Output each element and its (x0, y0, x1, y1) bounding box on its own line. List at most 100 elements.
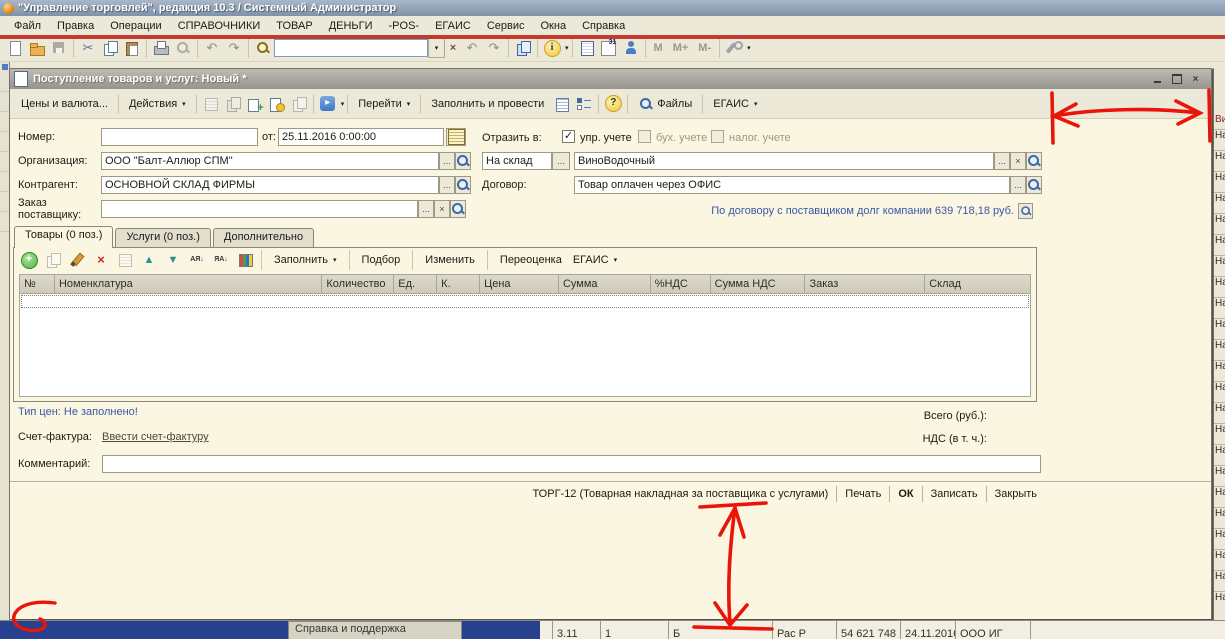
contractor-open-button[interactable] (455, 176, 471, 194)
tab-additional[interactable]: Дополнительно (213, 228, 314, 248)
column-header-order[interactable]: Заказ (805, 275, 925, 293)
sort-descending-button[interactable]: ЯА↓ (210, 249, 232, 271)
column-header-vat-percent[interactable]: %НДС (651, 275, 711, 293)
post-caret-icon[interactable]: ▾ (341, 100, 345, 108)
menu-egais[interactable]: ЕГАИС (427, 18, 479, 34)
column-header-vat-sum[interactable]: Сумма НДС (711, 275, 806, 293)
reread-icon (225, 96, 241, 112)
document-titlebar[interactable]: Поступление товаров и услуг: Новый * × (10, 69, 1211, 89)
calendar-button[interactable]: 31 (598, 37, 620, 59)
post-document-button[interactable]: ▸ (317, 93, 339, 115)
contractor-field[interactable]: ОСНОВНОЙ СКЛАД ФИРМЫ (101, 176, 439, 194)
user-button[interactable] (620, 37, 642, 59)
items-table-body[interactable] (19, 294, 1031, 397)
column-header-price[interactable]: Цена (480, 275, 559, 293)
warehouse-select-button[interactable]: ... (994, 152, 1010, 170)
table-settings-button[interactable] (551, 93, 573, 115)
add-row-button[interactable]: + (18, 249, 40, 271)
supplier-order-label: Заказпоставщику: (18, 197, 81, 221)
column-header-unit[interactable]: Ед. (394, 275, 437, 293)
menu-references[interactable]: СПРАВОЧНИКИ (170, 18, 269, 34)
contract-open-button[interactable] (1026, 176, 1042, 194)
goto-button[interactable]: Перейти▾ (351, 93, 417, 115)
background-cell: Б (668, 621, 772, 639)
minimize-button[interactable] (1150, 73, 1165, 86)
warehouse-mode-select-button[interactable]: ... (552, 152, 570, 170)
date-picker-button[interactable] (446, 128, 466, 146)
revalue-button[interactable]: Переоценка (493, 249, 569, 271)
comment-field[interactable] (102, 455, 1041, 473)
settings-button[interactable] (723, 37, 745, 59)
menu-file[interactable]: Файл (6, 18, 49, 34)
maximize-button[interactable] (1169, 73, 1184, 86)
contract-field[interactable]: Товар оплачен через ОФИС (574, 176, 1010, 194)
menu-edit[interactable]: Правка (49, 18, 102, 34)
print-button[interactable]: Печать (837, 488, 889, 500)
wrench-icon (726, 40, 742, 56)
warehouse-open-button[interactable] (1026, 152, 1042, 170)
move-up-button[interactable]: ▲ (138, 249, 160, 271)
prices-currency-button[interactable]: Цены и валюта... (14, 93, 115, 115)
pick-button[interactable]: Подбор (355, 249, 408, 271)
supplier-order-field[interactable] (101, 200, 418, 218)
organization-field[interactable]: ООО "Балт-Аллюр СПМ" (101, 152, 439, 170)
management-accounting-checkbox[interactable] (562, 130, 575, 143)
fill-and-post-button[interactable]: Заполнить и провести (424, 93, 551, 115)
column-header-number[interactable]: № (20, 275, 55, 293)
numbering-button[interactable] (234, 249, 256, 271)
menu-service[interactable]: Сервис (479, 18, 533, 34)
files-button[interactable]: Файлы (631, 93, 699, 115)
checkbox-settings-button[interactable] (573, 93, 595, 115)
column-header-warehouse[interactable]: Склад (925, 275, 1030, 293)
egais-items-button[interactable]: ЕГАИС▾ (571, 249, 624, 271)
supplier-order-select-button[interactable]: ... (418, 200, 434, 218)
torg12-button[interactable]: ТОРГ-12 (Товарная накладная за поставщик… (524, 488, 836, 500)
contract-select-button[interactable]: ... (1010, 176, 1026, 194)
maximize-icon (1172, 74, 1182, 84)
edit-row-button[interactable] (66, 249, 88, 271)
delete-row-button[interactable]: × (90, 249, 112, 271)
document-money-button[interactable] (266, 93, 288, 115)
close-form-button[interactable]: Закрыть (987, 488, 1045, 500)
menu-goods[interactable]: ТОВАР (268, 18, 320, 34)
enter-invoice-link[interactable]: Ввести счет-фактуру (102, 431, 209, 443)
price-type-text[interactable]: Тип цен: Не заполнено! (18, 406, 138, 418)
supplier-order-open-button[interactable] (450, 200, 466, 218)
organization-open-button[interactable] (455, 152, 471, 170)
contractor-label: Контрагент: (18, 179, 78, 191)
move-down-button[interactable]: ▼ (162, 249, 184, 271)
column-header-sum[interactable]: Сумма (559, 275, 651, 293)
column-header-quantity[interactable]: Количество (322, 275, 394, 293)
sort-ascending-button[interactable]: АЯ↓ (186, 249, 208, 271)
tab-goods[interactable]: Товары (0 поз.) (14, 226, 113, 248)
main-titlebar: "Управление торговлей", редакция 10.3 / … (0, 0, 1225, 16)
menu-windows[interactable]: Окна (533, 18, 575, 34)
supplier-order-clear-button[interactable]: × (434, 200, 450, 218)
ok-button[interactable]: ОК (890, 488, 921, 500)
egais-button[interactable]: ЕГАИС▾ (706, 93, 764, 115)
date-field[interactable]: 25.11.2016 0:00:00 (278, 128, 444, 146)
fill-button[interactable]: Заполнить▾ (267, 249, 344, 271)
debt-details-button[interactable] (1018, 203, 1033, 219)
close-icon: × (1193, 74, 1199, 85)
menu-help[interactable]: Справка (574, 18, 633, 34)
help-button[interactable]: ? (602, 93, 624, 115)
write-button[interactable]: Записать (923, 488, 986, 500)
column-header-nomenclature[interactable]: Номенклатура (55, 275, 322, 293)
menu-pos[interactable]: -POS- (381, 18, 428, 34)
actions-button[interactable]: Действия▾ (122, 93, 193, 115)
number-field[interactable] (101, 128, 258, 146)
warehouse-mode-field[interactable]: На склад (482, 152, 552, 170)
warehouse-clear-button[interactable]: × (1010, 152, 1026, 170)
contractor-select-button[interactable]: ... (439, 176, 455, 194)
change-button[interactable]: Изменить (418, 249, 482, 271)
copy-document-button[interactable] (244, 93, 266, 115)
tab-services[interactable]: Услуги (0 поз.) (115, 228, 210, 248)
column-header-k[interactable]: К. (437, 275, 480, 293)
close-button[interactable]: × (1188, 73, 1203, 86)
menu-operations[interactable]: Операции (102, 18, 169, 34)
menu-money[interactable]: ДЕНЬГИ (321, 18, 381, 34)
right-edge-window-fragment: Ви НаНаНаНаНаНаНаНаНаНаНаНаНаНаНаНаНаНаН… (1213, 68, 1225, 639)
warehouse-field[interactable]: ВиноВодочный (574, 152, 994, 170)
organization-select-button[interactable]: ... (439, 152, 455, 170)
